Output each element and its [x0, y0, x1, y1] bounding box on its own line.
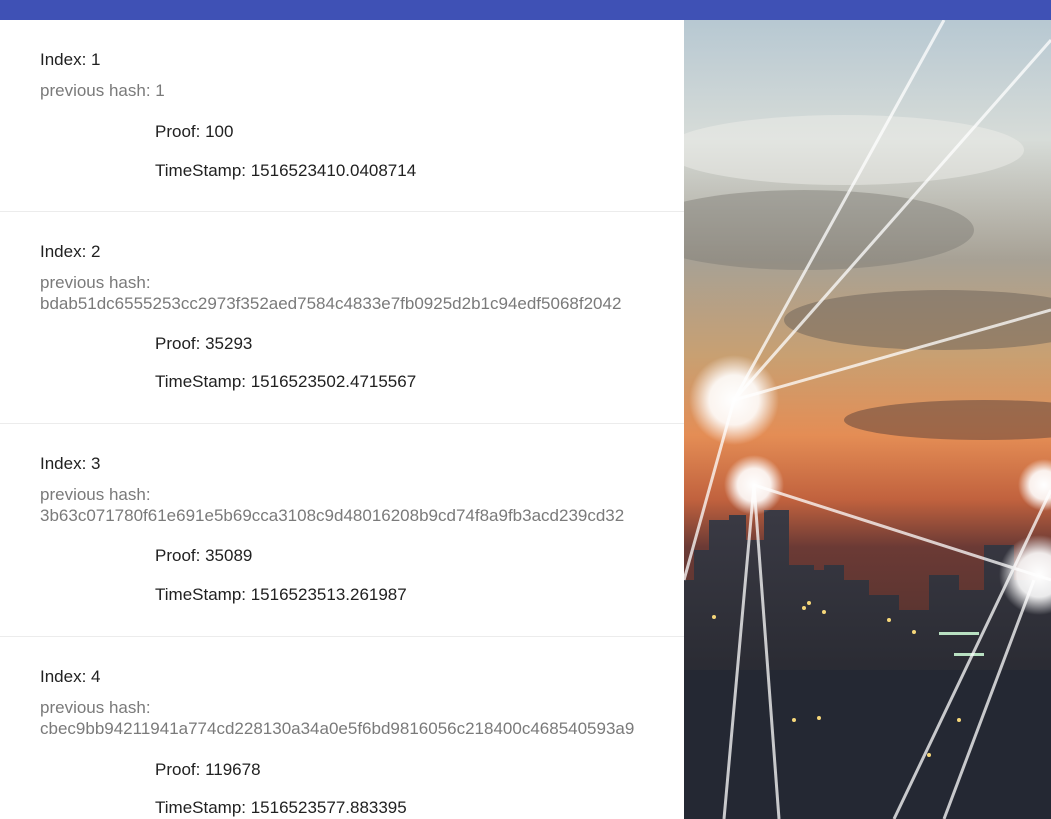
block-index: Index: 2: [40, 242, 101, 261]
block-proof: Proof: 35293: [155, 334, 253, 353]
block-proof: Proof: 35089: [155, 546, 253, 565]
block-proof: Proof: 119678: [155, 760, 261, 779]
previous-hash: bdab51dc6555253cc2973f352aed7584c4833e7f…: [40, 294, 622, 313]
block-timestamp: TimeStamp: 1516523513.261987: [155, 585, 407, 604]
block-card: Index: 2 previous hash: bdab51dc6555253c…: [0, 212, 684, 424]
block-card: Index: 4 previous hash: cbec9bb94211941a…: [0, 637, 684, 819]
block-card: Index: 3 previous hash: 3b63c071780f61e6…: [0, 424, 684, 637]
previous-hash-label: previous hash:: [40, 698, 151, 717]
block-timestamp: TimeStamp: 1516523577.883395: [155, 798, 407, 817]
block-list: Index: 1 previous hash: 1 Proof: 100 Tim…: [0, 20, 684, 819]
previous-hash-label: previous hash:: [40, 273, 151, 292]
block-card: Index: 1 previous hash: 1 Proof: 100 Tim…: [0, 20, 684, 212]
previous-hash: previous hash: 1: [40, 81, 165, 100]
block-proof: Proof: 100: [155, 122, 234, 141]
block-timestamp: TimeStamp: 1516523502.4715567: [155, 372, 417, 391]
block-timestamp: TimeStamp: 1516523410.0408714: [155, 161, 417, 180]
background-image: [684, 20, 1051, 819]
previous-hash: 3b63c071780f61e691e5b69cca3108c9d4801620…: [40, 506, 625, 525]
app-bar: [0, 0, 1051, 20]
block-index: Index: 1: [40, 50, 101, 69]
previous-hash-label: previous hash:: [40, 485, 151, 504]
block-index: Index: 3: [40, 454, 101, 473]
previous-hash: cbec9bb94211941a774cd228130a34a0e5f6bd98…: [40, 719, 635, 738]
block-index: Index: 4: [40, 667, 101, 686]
